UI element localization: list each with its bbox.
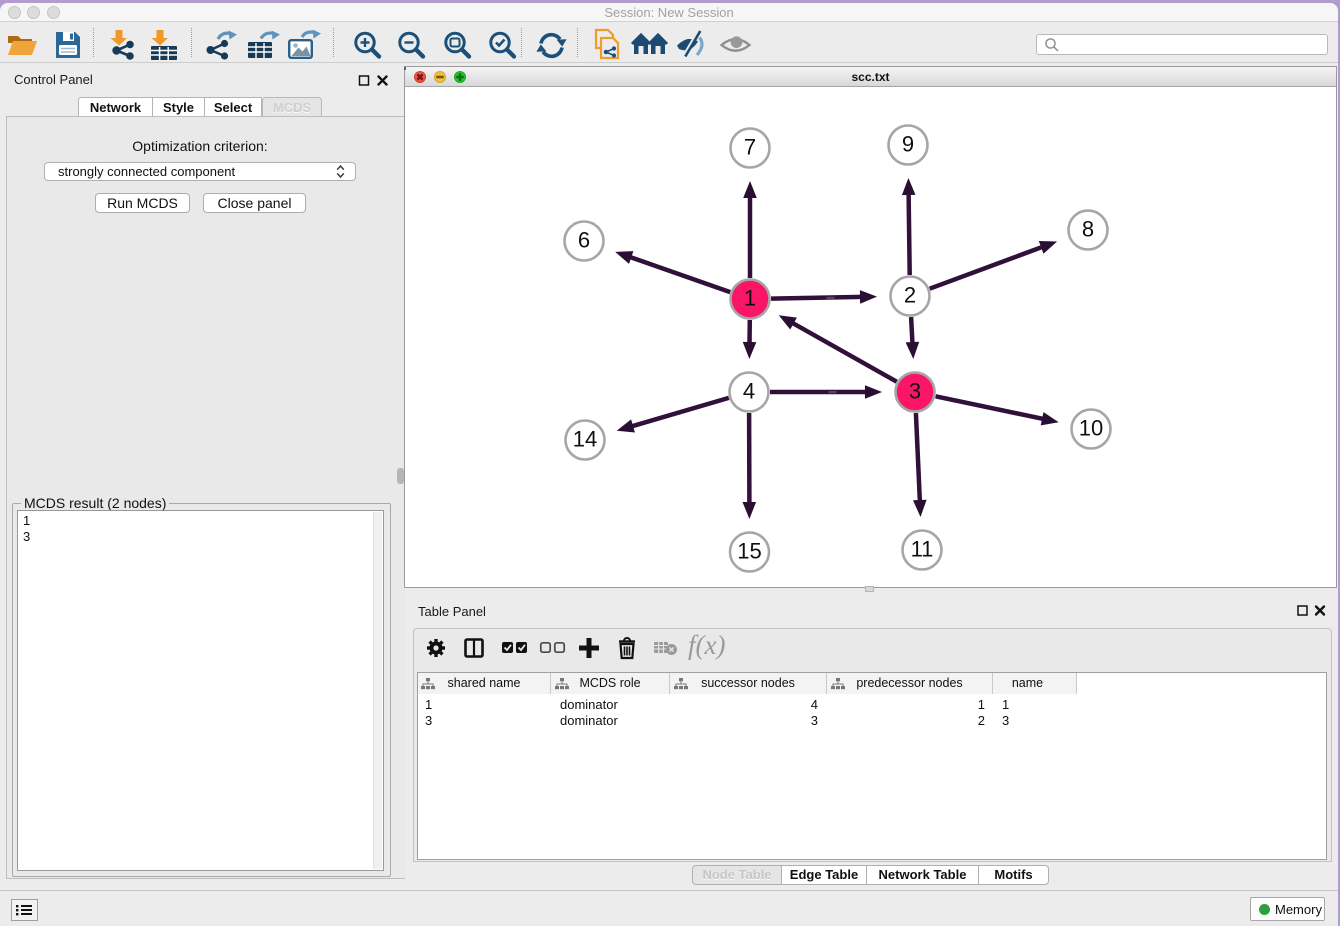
svg-text:6: 6 <box>578 228 590 253</box>
svg-text:8: 8 <box>1082 217 1094 242</box>
svg-text:1: 1 <box>744 286 756 311</box>
svg-text:15: 15 <box>737 539 761 564</box>
svg-text:9: 9 <box>902 132 914 157</box>
svg-text:11: 11 <box>911 537 934 562</box>
svg-text:3: 3 <box>909 379 921 404</box>
svg-text:14: 14 <box>573 427 597 452</box>
svg-text:2: 2 <box>904 283 916 308</box>
svg-text:7: 7 <box>744 135 756 160</box>
svg-text:4: 4 <box>743 379 755 404</box>
svg-text:10: 10 <box>1079 416 1103 441</box>
